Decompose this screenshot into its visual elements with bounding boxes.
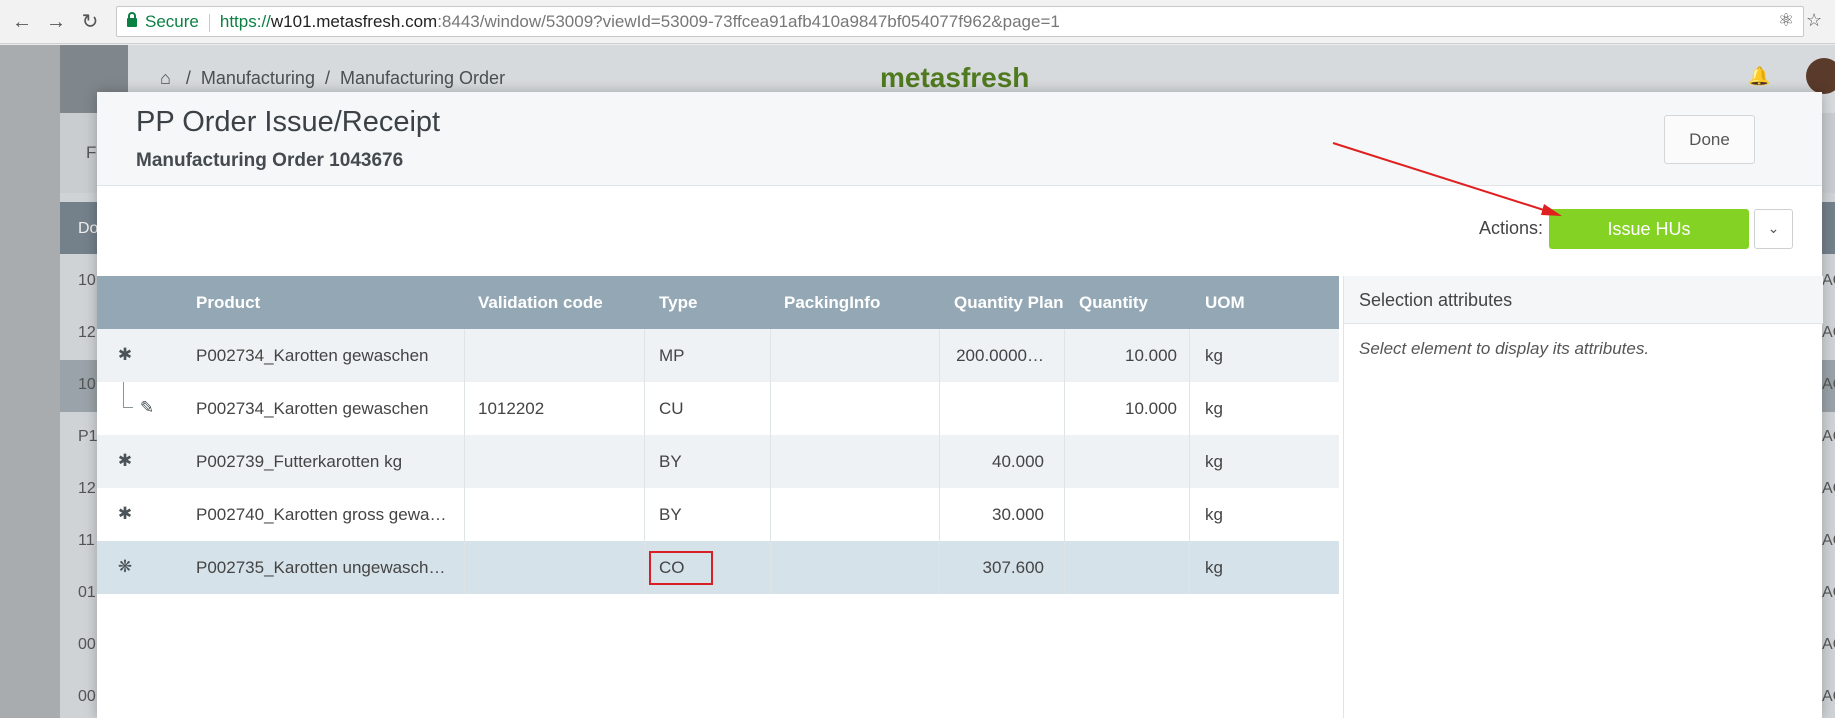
column-header-packinginfo[interactable]: PackingInfo [784,276,880,329]
cell-uom: kg [1205,558,1223,577]
background-cell: 11 [78,532,95,549]
background-cell: AC [1822,324,1835,341]
gear-icon: ✱ [117,345,133,364]
back-arrow-icon[interactable]: ← [10,10,34,34]
home-icon[interactable]: ⌂ [160,68,171,88]
cell-quantity-plan: 40.000 [992,452,1044,471]
actions-dropdown-button[interactable]: ⌄ [1754,209,1793,249]
cell-quantity-plan: 200.0000… [956,346,1044,365]
url-host: w101.metasfresh.com [270,12,438,31]
address-bar[interactable]: Secure https://w101.metasfresh.com:8443/w… [116,6,1804,37]
background-edge [0,45,60,718]
panel-message: Select element to display its attributes… [1359,339,1650,358]
breadcrumb-item[interactable]: Manufacturing [201,68,315,88]
panel-title: Selection attributes [1344,276,1823,324]
gear-icon: ✱ [117,451,133,470]
breadcrumb-item[interactable]: Manufacturing Order [340,68,505,88]
gears-icon: ❋ [117,557,133,576]
cell-quantity-plan: 30.000 [992,505,1044,524]
modal-header: PP Order Issue/Receipt Manufacturing Ord… [97,92,1822,186]
background-cell: AC [1822,272,1835,289]
table-row[interactable]: ✎ P002734_Karotten gewaschen 1012202 CU … [97,382,1339,435]
background-cell: AC [1822,428,1835,445]
cell-uom: kg [1205,505,1223,524]
background-cell: AC [1822,532,1835,549]
table-row[interactable]: ❋ P002735_Karotten ungewasch… CO 307.600… [97,541,1339,594]
avatar[interactable] [1806,58,1835,94]
table-row[interactable]: ✱ P002734_Karotten gewaschen MP 200.0000… [97,329,1339,382]
background-cell: 10 [78,272,96,289]
cell-product: P002735_Karotten ungewasch… [196,558,446,577]
cell-uom: kg [1205,346,1223,365]
pencil-icon: ✎ [139,398,155,417]
cell-type: BY [659,505,682,524]
background-cell: 12 [78,324,96,341]
background-cell: AC [1822,376,1835,393]
url-path: :8443/window/53009?viewId=53009-73ffcea9… [437,12,1060,31]
cell-product: P002734_Karotten gewaschen [196,399,429,418]
bell-icon[interactable]: 🔔 [1748,66,1770,86]
tree-connector [123,382,133,408]
cell-validation-code: 1012202 [478,399,545,418]
done-button[interactable]: Done [1664,115,1755,164]
cell-product: P002740_Karotten gross gewa… [196,505,447,524]
cell-type: MP [659,346,685,365]
cell-type: BY [659,452,682,471]
extension-icon[interactable]: ⚛ [1778,10,1794,31]
column-header-uom[interactable]: UOM [1205,276,1245,329]
background-cell: 12 [78,480,96,497]
reload-icon[interactable]: ↻ [78,10,102,34]
secure-label: Secure [145,12,199,31]
background-header-cell: Do [78,220,99,237]
column-header-quantity-plan[interactable]: Quantity Plan [954,276,1064,329]
url-separator [208,13,210,32]
cell-type: CU [659,399,684,418]
modal-title: PP Order Issue/Receipt [136,106,441,138]
highlight-box [649,551,713,585]
cell-product: P002739_Futterkarotten kg [196,452,403,471]
background-cell: AC [1822,480,1835,497]
cell-uom: kg [1205,452,1223,471]
background-cell: P1 [78,428,98,445]
column-header-quantity[interactable]: Quantity [1079,276,1148,329]
cell-quantity-plan: 307.600 [982,558,1044,577]
cell-product: P002734_Karotten gewaschen [196,346,429,365]
table-header: Product Validation code Type PackingInfo… [97,276,1339,329]
table-row[interactable]: ✱ P002740_Karotten gross gewa… BY 30.000… [97,488,1339,541]
browser-toolbar: ← → ↻ Secure https://w101.metasfresh.com:… [0,0,1835,44]
forward-arrow-icon[interactable]: → [44,10,68,34]
cell-quantity: 10.000 [1125,399,1177,418]
column-header-validation-code[interactable]: Validation code [478,276,603,329]
background-cell: 00 [78,688,96,705]
background-cell: AC [1822,636,1835,653]
background-cell: AC [1822,688,1835,705]
bookmark-star-icon[interactable]: ☆ [1806,10,1822,31]
filter-label[interactable]: F [86,143,96,163]
url-scheme: https:// [219,12,271,31]
issue-receipt-modal: PP Order Issue/Receipt Manufacturing Ord… [97,92,1823,718]
logo: metasfresh [880,62,1030,93]
lock-icon [127,12,137,27]
background-cell: 00 [78,636,96,653]
background-cell: AC [1822,584,1835,601]
chevron-down-icon: ⌄ [1767,220,1780,236]
column-header-product[interactable]: Product [196,276,260,329]
table-row[interactable]: ✱ P002739_Futterkarotten kg BY 40.000 kg [97,435,1339,488]
gear-icon: ✱ [117,504,133,523]
background-cell: 01 [78,584,96,601]
modal-subtitle: Manufacturing Order 1043676 [136,150,404,171]
breadcrumb: ⌂ / Manufacturing / Manufacturing Order [160,68,506,88]
cell-uom: kg [1205,399,1223,418]
background-cell: 10 [78,376,96,393]
column-header-type[interactable]: Type [659,276,697,329]
selection-attributes-panel: Selection attributes Select element to d… [1343,276,1823,718]
issue-hus-button[interactable]: Issue HUs [1549,209,1749,249]
actions-label: Actions: [1479,218,1544,238]
cell-quantity: 10.000 [1125,346,1177,365]
